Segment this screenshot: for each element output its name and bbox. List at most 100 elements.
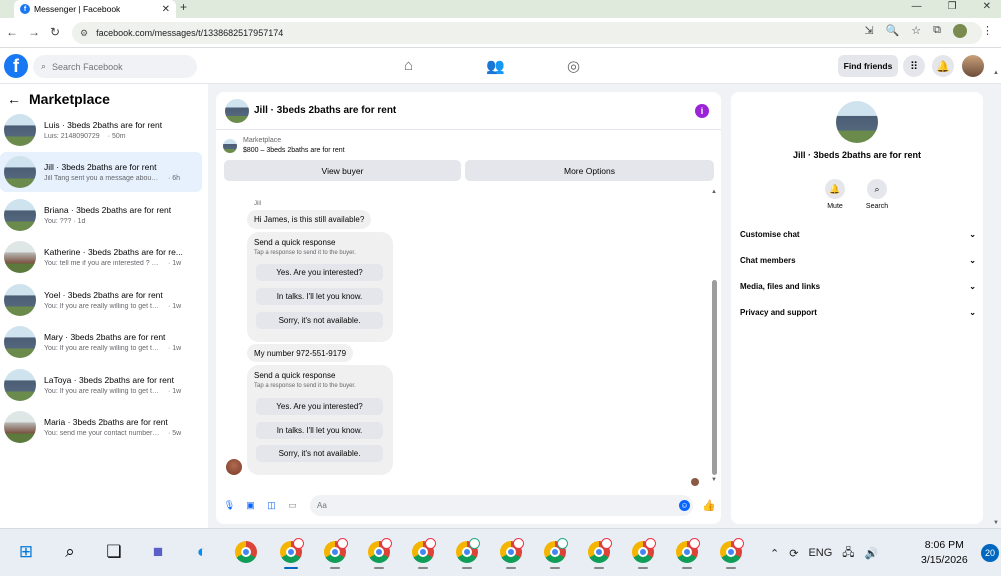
notifications-icon[interactable]: 🔔 xyxy=(932,55,954,77)
extensions-icon[interactable]: ⧉ xyxy=(933,24,941,38)
photo-icon[interactable]: ▣ xyxy=(245,500,256,511)
view-buyer-button[interactable]: View buyer xyxy=(224,160,461,181)
conversation-item[interactable]: Luis · 3beds 2baths are for rent Luis: 21… xyxy=(0,110,202,150)
quick-reply-in-talks-button[interactable]: In talks. I'll let you know. xyxy=(256,422,383,439)
back-arrow-icon[interactable]: ← xyxy=(7,91,21,107)
sync-icon[interactable]: ⟳ xyxy=(789,547,798,560)
scroll-up-icon[interactable]: ▲ xyxy=(993,70,999,76)
chrome-profile-icon[interactable] xyxy=(498,538,524,569)
conversation-item[interactable]: Katherine · 3beds 2baths are for re... Yo… xyxy=(0,237,202,277)
scroll-down-icon[interactable]: ▼ xyxy=(993,520,999,526)
install-icon[interactable]: ⇲ xyxy=(864,24,873,38)
conversation-item[interactable]: Yoel · 3beds 2baths are for rent You: If … xyxy=(0,280,202,320)
sender-avatar[interactable] xyxy=(226,459,242,475)
close-tab-icon[interactable]: ✕ xyxy=(162,4,170,15)
back-icon[interactable]: ← xyxy=(6,25,18,39)
scroll-up-icon[interactable]: ▲ xyxy=(711,189,717,195)
panel-title: Marketplace xyxy=(29,91,110,107)
chrome-profile-icon[interactable] xyxy=(586,538,612,569)
emoji-icon[interactable]: ☺ xyxy=(679,500,690,511)
find-friends-button[interactable]: Find friends xyxy=(838,55,898,77)
chrome-profile-icon[interactable] xyxy=(718,538,744,569)
conversation-item[interactable]: Briana · 3beds 2baths are for rent You: ?… xyxy=(0,195,202,235)
network-icon[interactable]: 🖧 xyxy=(842,544,854,563)
chrome-profile-icon[interactable] xyxy=(542,538,568,569)
chrome-icon[interactable] xyxy=(233,539,259,565)
browser-tab[interactable]: f Messenger | Facebook ✕ xyxy=(14,0,176,18)
menu-grid-icon[interactable]: ⠿ xyxy=(903,55,925,77)
search-icon[interactable]: ⌕ xyxy=(57,539,83,565)
friends-icon[interactable]: 👥 xyxy=(486,57,505,75)
groups-icon[interactable]: ◎ xyxy=(567,57,580,75)
start-icon[interactable]: ⊞ xyxy=(13,539,39,565)
conversation-item[interactable]: Jill · 3beds 2baths are for rent Jill Tan… xyxy=(0,152,202,192)
site-info-icon[interactable]: ⚙ xyxy=(80,28,88,39)
zoom-icon[interactable]: 🔍 xyxy=(886,24,900,38)
like-icon[interactable]: 👍 xyxy=(702,499,716,512)
language-indicator[interactable]: ENG xyxy=(808,547,832,559)
search-button[interactable]: ⌕ Search xyxy=(857,179,897,210)
minimize-icon[interactable]: — xyxy=(912,1,922,12)
more-options-button[interactable]: More Options xyxy=(465,160,714,181)
volume-icon[interactable]: 🔊 xyxy=(865,547,879,560)
reload-icon[interactable]: ↻ xyxy=(50,25,60,39)
scrollbar-thumb[interactable] xyxy=(712,280,717,475)
chrome-profile-icon[interactable] xyxy=(454,538,480,569)
chrome-profile-icon[interactable] xyxy=(278,538,304,569)
forward-icon[interactable]: → xyxy=(28,25,40,39)
chrome-profile-icon[interactable] xyxy=(366,538,392,569)
account-avatar[interactable] xyxy=(962,55,984,77)
chat-avatar[interactable] xyxy=(225,99,249,123)
sticker-icon[interactable]: ◫ xyxy=(266,500,277,511)
quick-reply-yes-button[interactable]: Yes. Are you interested? xyxy=(256,398,383,415)
quick-reply-not-available-button[interactable]: Sorry, it's not available. xyxy=(256,445,383,462)
message-scrollbar[interactable]: ▲ ▼ xyxy=(711,189,719,489)
chat-app-icon[interactable]: ■ xyxy=(145,539,171,565)
chat-title[interactable]: Jill · 3beds 2baths are for rent xyxy=(254,105,396,116)
scroll-down-icon[interactable]: ▼ xyxy=(711,477,717,483)
microphone-icon[interactable]: 🎙 xyxy=(224,500,235,511)
quick-reply-yes-button[interactable]: Yes. Are you interested? xyxy=(256,264,383,281)
quick-reply-not-available-button[interactable]: Sorry, it's not available. xyxy=(256,312,383,329)
edge-icon[interactable]: ◐ xyxy=(189,539,215,565)
url-field[interactable]: ⚙ facebook.com/messages/t/13386825179571… xyxy=(72,22,982,44)
message-thread: Jill Hi James, is this still available? … xyxy=(216,185,721,486)
quick-response-card: Send a quick response Tap a response to … xyxy=(247,365,393,475)
search-box[interactable]: ⌕ xyxy=(33,55,197,78)
facebook-logo[interactable]: f xyxy=(4,54,28,78)
customise-chat-section[interactable]: Customise chat ⌄ xyxy=(740,225,976,243)
home-icon[interactable]: ⌂ xyxy=(404,57,413,74)
chrome-profile-icon[interactable] xyxy=(674,538,700,569)
close-window-icon[interactable]: ✕ xyxy=(983,1,991,12)
conversation-item[interactable]: Mary · 3beds 2baths are for rent You: If … xyxy=(0,322,202,362)
page-scrollbar[interactable]: ▲ ▼ xyxy=(993,70,1001,528)
restore-icon[interactable]: ❐ xyxy=(948,1,957,12)
task-view-icon[interactable]: ❏ xyxy=(101,539,127,565)
contact-avatar[interactable] xyxy=(836,101,878,143)
chrome-profile-icon[interactable] xyxy=(322,538,348,569)
conversation-time: · 1w xyxy=(168,345,182,352)
conversation-item[interactable]: LaToya · 3beds 2baths are for rent You: I… xyxy=(0,365,202,405)
conversation-preview: You: If you are really willing to get th… xyxy=(44,388,160,395)
message-input[interactable] xyxy=(310,495,693,516)
mute-button[interactable]: 🔔 Mute xyxy=(815,179,855,210)
new-tab-button[interactable]: + xyxy=(180,0,187,14)
quick-reply-in-talks-button[interactable]: In talks. I'll let you know. xyxy=(256,288,383,305)
search-input[interactable] xyxy=(52,61,173,72)
profile-avatar[interactable] xyxy=(953,24,967,38)
info-icon[interactable]: i xyxy=(695,104,709,118)
notification-badge[interactable]: 20 xyxy=(981,544,999,562)
chat-members-section[interactable]: Chat members ⌄ xyxy=(740,251,976,269)
listing-banner[interactable]: Marketplace $800 – 3beds 2baths are for … xyxy=(223,136,345,156)
conversation-item[interactable]: Maria · 3beds 2baths are for rent You: se… xyxy=(0,407,202,447)
chat-panel: Jill · 3beds 2baths are for rent i Marke… xyxy=(216,92,721,524)
browser-menu-icon[interactable]: ⋮ xyxy=(982,24,993,37)
media-files-links-section[interactable]: Media, files and links ⌄ xyxy=(740,277,976,295)
clock[interactable]: 8:06 PM 3/15/2026 xyxy=(921,538,968,568)
gif-icon[interactable]: ▭ xyxy=(287,500,298,511)
chrome-profile-icon[interactable] xyxy=(410,538,436,569)
privacy-support-section[interactable]: Privacy and support ⌄ xyxy=(740,303,976,321)
chrome-profile-icon[interactable] xyxy=(630,538,656,569)
chevron-up-icon[interactable]: ⌃ xyxy=(770,547,779,560)
bookmark-star-icon[interactable]: ☆ xyxy=(911,24,921,38)
